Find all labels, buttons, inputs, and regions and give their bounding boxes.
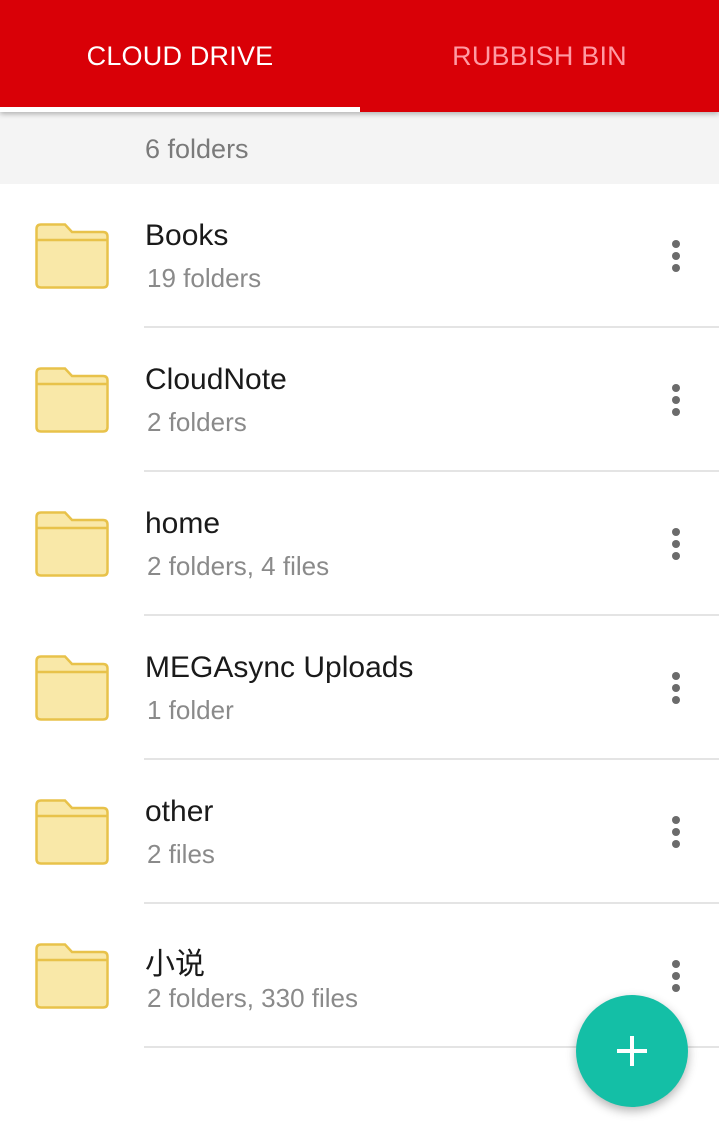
item-details: 2 folders, 330 files	[147, 983, 359, 1013]
item-name: other	[145, 795, 214, 828]
item-details: 2 folders	[147, 407, 247, 437]
folder-icon	[35, 655, 109, 721]
item-name: CloudNote	[145, 363, 287, 396]
folder-count: 6 folders	[145, 134, 249, 164]
add-button[interactable]	[576, 995, 688, 1107]
more-options-icon[interactable]	[660, 812, 692, 852]
list-item[interactable]: MEGAsync Uploads 1 folder	[0, 616, 719, 760]
item-details: 2 folders, 4 files	[147, 551, 330, 581]
item-details: 1 folder	[147, 695, 234, 725]
item-details: 19 folders	[147, 263, 262, 293]
item-name: Books	[145, 219, 229, 252]
file-list: Books 19 folders CloudNote 2 folders hom…	[0, 184, 719, 1048]
item-name: 小说	[145, 948, 205, 981]
active-tab-indicator	[0, 107, 360, 112]
more-options-icon[interactable]	[660, 524, 692, 564]
folder-icon	[35, 367, 109, 433]
list-item[interactable]: home 2 folders, 4 files	[0, 472, 719, 616]
folder-icon	[35, 511, 109, 577]
list-item[interactable]: Books 19 folders	[0, 184, 719, 328]
tab-cloud-drive[interactable]: CLOUD DRIVE	[0, 0, 360, 112]
list-item[interactable]: CloudNote 2 folders	[0, 328, 719, 472]
more-options-icon[interactable]	[660, 236, 692, 276]
folder-icon	[35, 943, 109, 1009]
item-name: home	[145, 507, 221, 540]
item-details: 2 files	[147, 839, 215, 869]
folder-icon	[35, 799, 109, 865]
item-name: MEGAsync Uploads	[145, 651, 414, 684]
list-item[interactable]: other 2 files	[0, 760, 719, 904]
folder-icon	[35, 223, 109, 289]
tab-bar: CLOUD DRIVE RUBBISH BIN	[0, 0, 719, 112]
more-options-icon[interactable]	[660, 956, 692, 996]
plus-icon	[617, 1036, 647, 1066]
folder-summary-bar: 6 folders	[0, 112, 719, 184]
more-options-icon[interactable]	[660, 380, 692, 420]
tab-rubbish-bin[interactable]: RUBBISH BIN	[360, 0, 719, 112]
more-options-icon[interactable]	[660, 668, 692, 708]
